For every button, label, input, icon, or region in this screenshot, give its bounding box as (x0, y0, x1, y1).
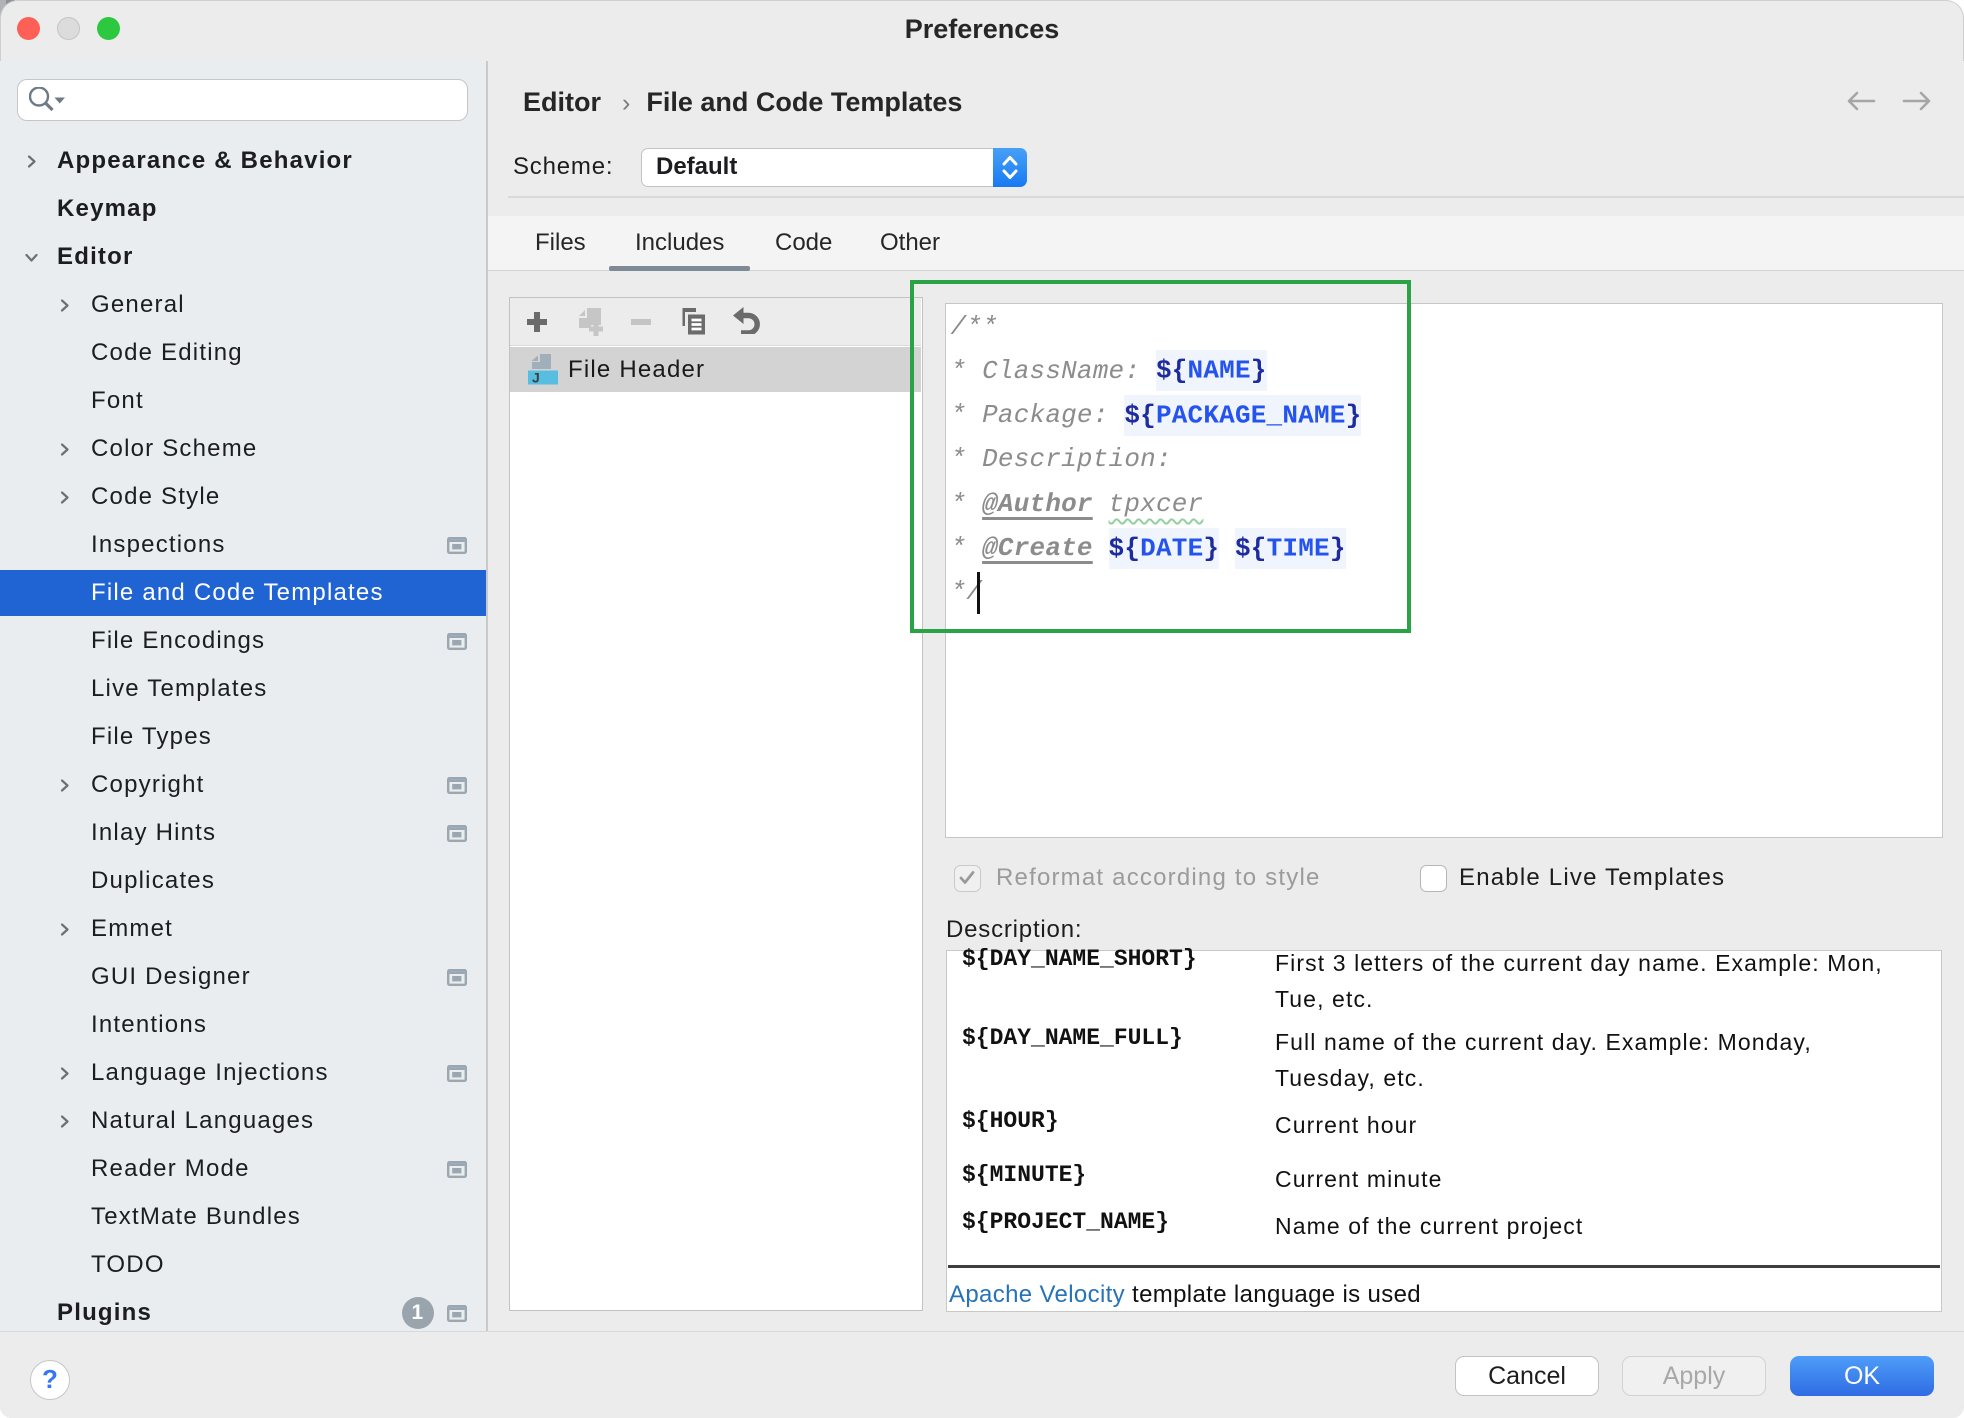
svg-text:J: J (532, 370, 540, 386)
